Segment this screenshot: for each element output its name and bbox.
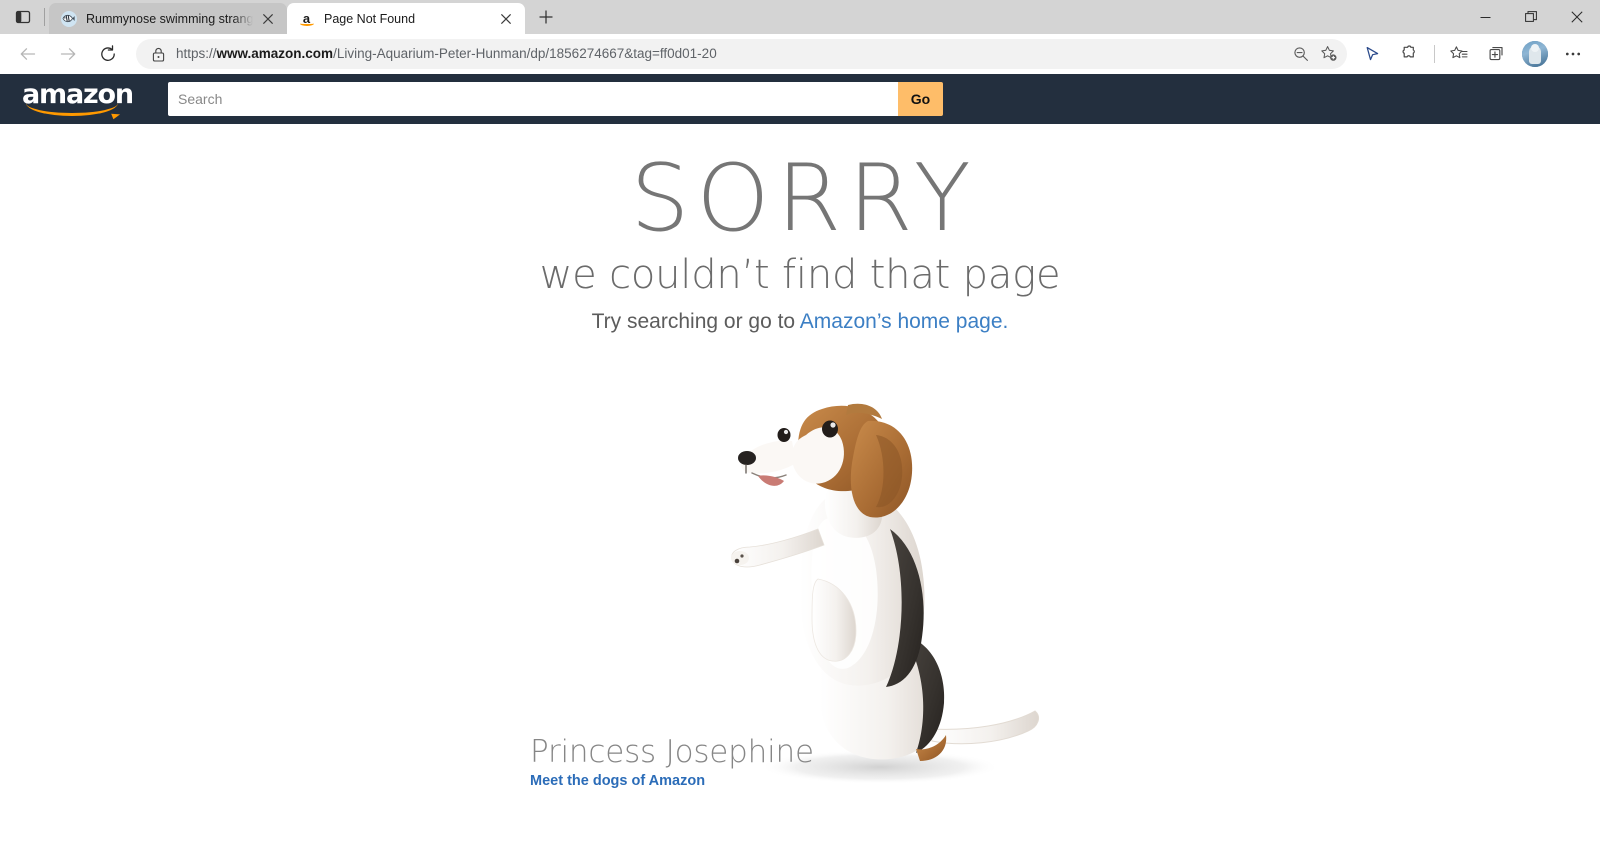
dog-eye-right xyxy=(822,420,838,438)
url-text: https://www.amazon.com/Living-Aquarium-P… xyxy=(176,47,717,61)
window-controls xyxy=(1462,0,1600,34)
read-aloud-button[interactable] xyxy=(1355,38,1389,70)
tab-title: Page Not Found xyxy=(324,11,416,26)
browser-window: Rummynose swimming strangely a Page Not … xyxy=(0,0,1600,859)
page-viewport: amazon Go SORRY we couldn’t find that pa… xyxy=(0,74,1600,859)
collections-icon xyxy=(1489,47,1503,61)
address-bar-actions xyxy=(1287,41,1343,67)
dog-paw-pad-area xyxy=(731,551,749,565)
lock-icon xyxy=(148,44,168,64)
dog-eye-highlight xyxy=(830,422,836,428)
dog-eye-left xyxy=(777,428,791,442)
collections-button[interactable] xyxy=(1480,38,1514,70)
navigation-toolbar: https://www.amazon.com/Living-Aquarium-P… xyxy=(0,34,1600,74)
avatar-head xyxy=(1531,44,1539,52)
fish-icon xyxy=(60,10,77,27)
refresh-button[interactable] xyxy=(92,38,124,70)
profile-avatar[interactable] xyxy=(1522,41,1548,67)
tab-rummynose[interactable]: Rummynose swimming strangely xyxy=(49,3,287,34)
forward-button[interactable] xyxy=(52,38,84,70)
try-prefix: Try searching or go to xyxy=(591,310,800,333)
ellipsis-icon xyxy=(1565,52,1581,56)
close-window-button[interactable] xyxy=(1554,0,1600,34)
restore-icon xyxy=(1525,11,1537,22)
favorites-button[interactable] xyxy=(1442,38,1476,70)
tab-search-icon xyxy=(15,10,31,24)
amazon-home-link[interactable]: Amazon’s home page. xyxy=(800,310,1009,333)
minimize-button[interactable] xyxy=(1462,0,1508,34)
page-not-found-content: SORRY we couldn’t find that page Try sea… xyxy=(0,124,1600,859)
minimize-icon xyxy=(1480,16,1490,18)
tab-search-button[interactable] xyxy=(6,2,40,32)
maximize-button[interactable] xyxy=(1508,0,1554,34)
refresh-icon xyxy=(101,45,115,61)
tab-favicon: a xyxy=(298,10,315,27)
try-searching-text: Try searching or go to Amazon’s home pag… xyxy=(0,308,1600,336)
star-plus-icon xyxy=(1321,46,1337,61)
page-subtitle: we couldn’t find that page xyxy=(539,252,1061,298)
dog-eye-highlight xyxy=(783,429,789,435)
tab-strip-divider xyxy=(44,8,45,26)
amazon-swoosh-icon xyxy=(26,103,118,116)
tab-favicon xyxy=(60,10,77,27)
back-button[interactable] xyxy=(12,38,44,70)
tab-page-not-found[interactable]: a Page Not Found xyxy=(287,3,525,34)
dog-toe-pad xyxy=(740,554,744,558)
close-icon xyxy=(501,13,511,24)
favorites-star-icon xyxy=(1450,46,1468,59)
plus-icon xyxy=(539,10,553,24)
dog-name: Princess Josephine xyxy=(530,734,814,770)
search-go-button[interactable]: Go xyxy=(898,82,943,116)
tab-title: Rummynose swimming strangely xyxy=(86,11,253,26)
dog-nose xyxy=(738,451,756,465)
amazon-search-bar: Go xyxy=(168,82,943,116)
back-arrow-icon xyxy=(20,48,36,60)
browser-toolbar-actions xyxy=(1353,38,1592,70)
tab-close-button[interactable] xyxy=(495,8,517,30)
extensions-button[interactable] xyxy=(1393,38,1427,70)
dog-section: Princess Josephine Meet the dogs of Amaz… xyxy=(0,379,1600,799)
zoom-out-icon xyxy=(1294,47,1308,61)
dog-paw-pad xyxy=(734,558,740,564)
forward-arrow-icon xyxy=(60,48,76,60)
tab-close-button[interactable] xyxy=(257,8,279,30)
not-found-text-block: SORRY we couldn’t find that page Try sea… xyxy=(0,124,1600,336)
toolbar-divider xyxy=(1434,45,1435,63)
new-tab-button[interactable] xyxy=(531,2,561,32)
meet-the-dogs-link[interactable]: Meet the dogs of Amazon xyxy=(530,773,705,789)
tab-strip: Rummynose swimming strangely a Page Not … xyxy=(0,0,1600,34)
address-bar[interactable]: https://www.amazon.com/Living-Aquarium-P… xyxy=(136,39,1347,69)
cursor-icon xyxy=(1366,46,1378,60)
add-favorite-button[interactable] xyxy=(1315,41,1343,67)
settings-more-button[interactable] xyxy=(1556,38,1590,70)
amazon-logo[interactable]: amazon xyxy=(22,81,134,116)
search-input[interactable] xyxy=(168,82,898,116)
page-title: SORRY xyxy=(630,144,978,252)
amazon-site-header: amazon Go xyxy=(0,74,1600,124)
dog-tail xyxy=(929,710,1039,745)
zoom-out-button[interactable] xyxy=(1287,41,1315,67)
close-icon xyxy=(263,13,273,24)
extensions-puzzle-icon xyxy=(1402,45,1415,58)
close-icon xyxy=(1571,11,1583,23)
amazon-icon: a xyxy=(298,10,315,27)
dog-caption: Princess Josephine Meet the dogs of Amaz… xyxy=(530,734,814,790)
